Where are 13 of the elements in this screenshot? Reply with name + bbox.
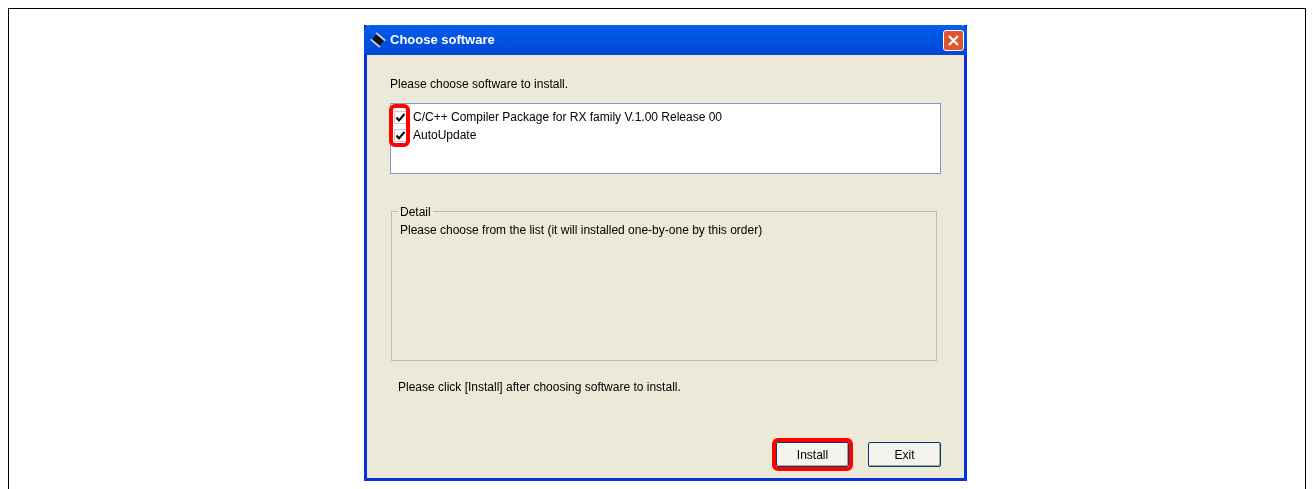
dialog-button[interactable]: Exit xyxy=(868,442,941,467)
close-button[interactable] xyxy=(943,29,964,51)
checkbox[interactable] xyxy=(394,128,407,142)
window-title: Choose software xyxy=(390,31,495,50)
hint-text: Please click [Install] after choosing software to install. xyxy=(398,379,682,396)
checkbox[interactable] xyxy=(394,110,407,124)
detail-text: Please choose from the list (it will installed one-by-one by this order) xyxy=(400,222,764,239)
instruction-text: Please choose software to install. xyxy=(390,76,570,93)
software-item[interactable]: AutoUpdate xyxy=(413,126,477,144)
close-icon xyxy=(948,34,959,46)
highlight-frame xyxy=(389,103,410,147)
dialog-button[interactable]: Install xyxy=(776,442,849,467)
software-item[interactable]: C/C++ Compiler Package for RX family V.1.00 Release 00 xyxy=(413,108,723,126)
